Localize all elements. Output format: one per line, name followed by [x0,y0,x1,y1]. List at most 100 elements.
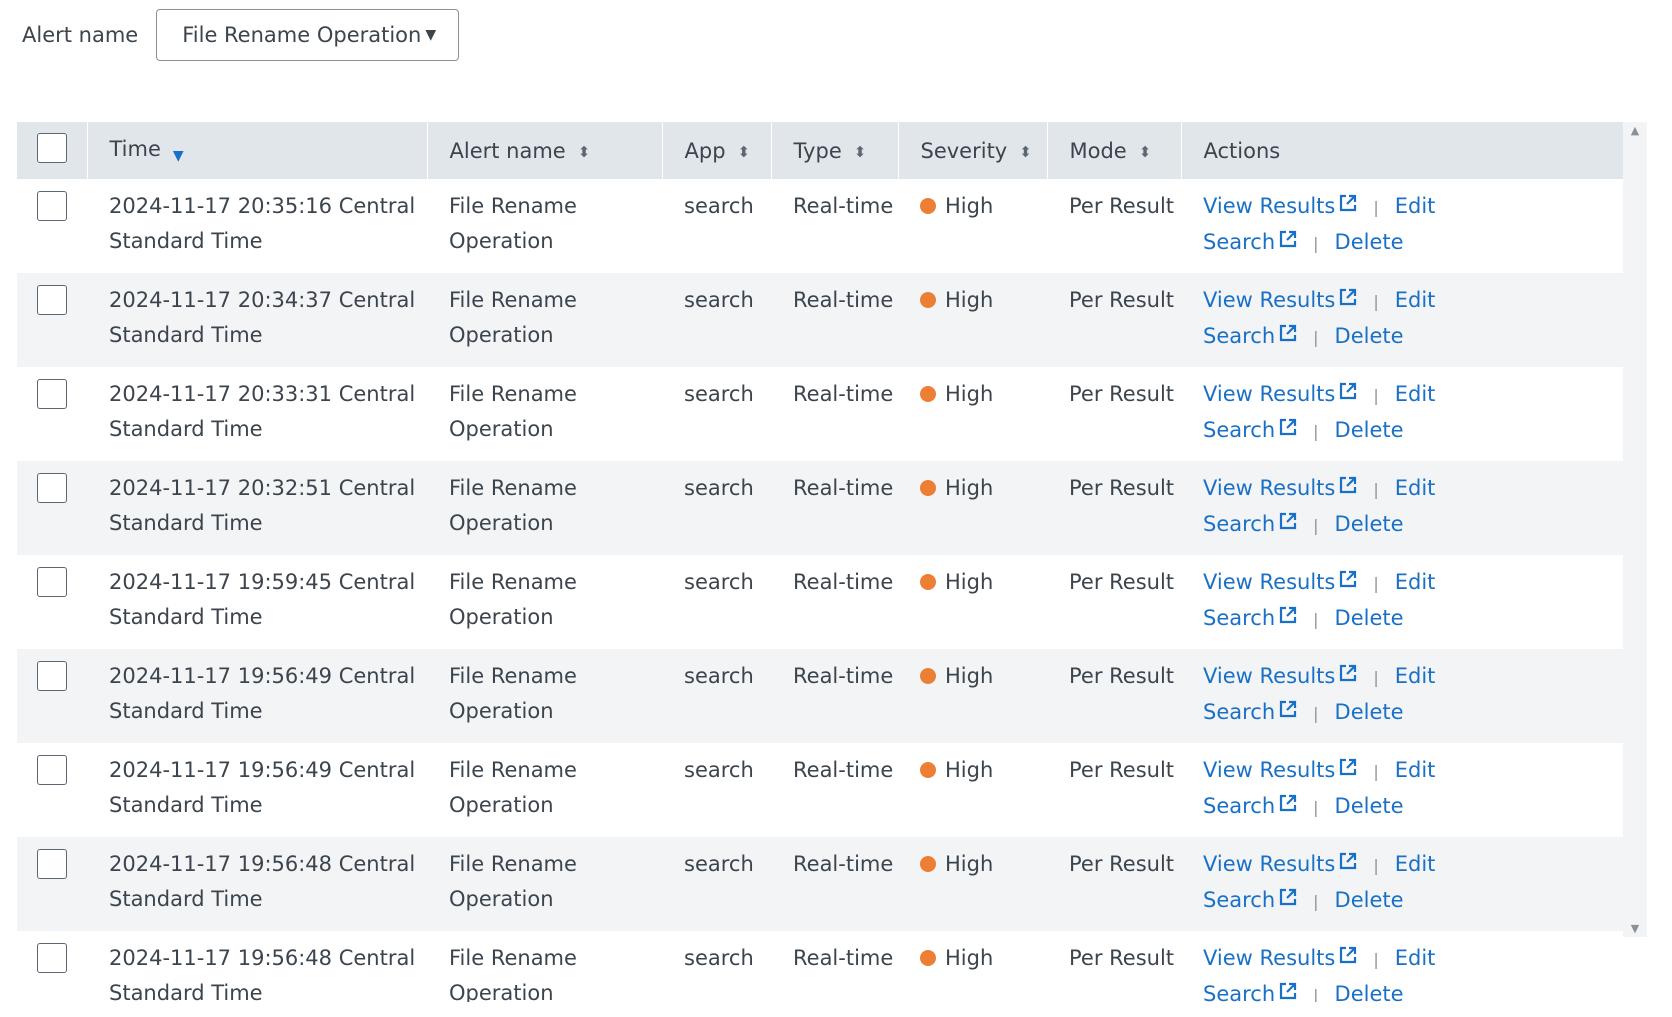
external-link-icon [1340,758,1357,776]
cell-app: search [684,382,754,406]
delete-link[interactable]: Delete [1335,324,1404,348]
open-in-search-link[interactable]: Search [1203,794,1297,818]
external-link-icon [1280,982,1297,1000]
action-separator: | [1373,386,1379,405]
view-results-link[interactable]: View Results [1203,946,1357,970]
action-separator: | [1313,234,1319,253]
edit-link[interactable]: Edit [1395,288,1436,312]
action-separator: | [1373,950,1379,969]
cell-time: 2024-11-17 20:35:16 Central Standard Tim… [109,194,416,253]
edit-link[interactable]: Edit [1395,946,1436,970]
view-results-link[interactable]: View Results [1203,758,1357,782]
severity-dot-icon [920,198,936,214]
delete-link[interactable]: Delete [1335,794,1404,818]
view-results-link[interactable]: View Results [1203,194,1357,218]
table-row: 2024-11-17 19:56:49 Central Standard Tim… [17,743,1623,837]
alerts-table-container[interactable]: Time ▼ Alert name ⬍ App ⬍ Type ⬍ Severity ⬍ M… [17,122,1623,1002]
edit-link[interactable]: Edit [1395,194,1436,218]
external-link-icon [1340,194,1357,212]
edit-link[interactable]: Edit [1395,758,1436,782]
open-in-search-link[interactable]: Search [1203,606,1297,630]
row-checkbox[interactable] [37,567,67,597]
caret-down-icon: ▼ [425,27,437,43]
severity-label: High [945,570,994,594]
open-in-search-link[interactable]: Search [1203,982,1297,1002]
row-checkbox[interactable] [37,755,67,785]
delete-link[interactable]: Delete [1335,888,1404,912]
column-header-severity[interactable]: Severity ⬍ [898,122,1048,179]
view-results-label: View Results [1203,194,1336,218]
severity-dot-icon [920,480,936,496]
cell-alert-name: File Rename Operation [449,946,577,1002]
action-separator: | [1313,986,1319,1002]
cell-alert-name: File Rename Operation [449,664,577,723]
external-link-icon [1340,288,1357,306]
delete-link[interactable]: Delete [1335,606,1404,630]
external-link-icon [1280,418,1297,436]
cell-time: 2024-11-17 19:56:48 Central Standard Tim… [109,946,416,1002]
row-checkbox[interactable] [37,661,67,691]
cell-alert-name: File Rename Operation [449,570,577,629]
action-separator: | [1313,328,1319,347]
row-checkbox[interactable] [37,379,67,409]
severity-label: High [945,288,994,312]
action-separator: | [1373,198,1379,217]
open-in-search-link[interactable]: Search [1203,230,1297,254]
column-header-label: Time [109,137,161,161]
column-header-app[interactable]: App ⬍ [662,122,772,179]
column-header-mode[interactable]: Mode ⬍ [1047,122,1182,179]
cell-app: search [684,288,754,312]
edit-link[interactable]: Edit [1395,852,1436,876]
severity-label: High [945,758,994,782]
row-checkbox[interactable] [37,943,67,973]
column-header-label: App [684,138,726,163]
cell-type: Real-time [793,570,894,594]
open-in-search-link[interactable]: Search [1203,512,1297,536]
cell-alert-name: File Rename Operation [449,476,577,535]
row-checkbox[interactable] [37,191,67,221]
select-all-checkbox[interactable] [36,133,67,163]
edit-link[interactable]: Edit [1395,664,1436,688]
scroll-down-icon[interactable]: ▼ [1623,922,1647,935]
vertical-scrollbar[interactable]: ▲ ▼ [1623,122,1647,937]
row-checkbox[interactable] [37,285,67,315]
severity-label: High [945,852,994,876]
column-header-time[interactable]: Time ▼ [87,122,428,179]
delete-link[interactable]: Delete [1335,230,1404,254]
cell-type: Real-time [793,852,894,876]
delete-link[interactable]: Delete [1335,700,1404,724]
open-in-search-link[interactable]: Search [1203,888,1297,912]
view-results-link[interactable]: View Results [1203,382,1357,406]
delete-link[interactable]: Delete [1335,982,1404,1002]
open-in-search-link[interactable]: Search [1203,418,1297,442]
column-header-alert-name[interactable]: Alert name ⬍ [427,122,663,179]
sort-icon: ⬍ [577,142,591,161]
search-label: Search [1203,982,1276,1002]
edit-link[interactable]: Edit [1395,570,1436,594]
row-checkbox[interactable] [37,473,67,503]
cell-alert-name: File Rename Operation [449,382,577,441]
edit-link[interactable]: Edit [1395,476,1436,500]
open-in-search-link[interactable]: Search [1203,324,1297,348]
delete-link[interactable]: Delete [1335,512,1404,536]
view-results-link[interactable]: View Results [1203,852,1357,876]
view-results-link[interactable]: View Results [1203,664,1357,688]
scroll-up-icon[interactable]: ▲ [1623,124,1647,137]
view-results-link[interactable]: View Results [1203,288,1357,312]
row-select-cell [17,649,87,743]
view-results-link[interactable]: View Results [1203,570,1357,594]
row-select-cell [17,555,87,649]
column-header-label: Mode [1069,138,1127,163]
alert-name-dropdown[interactable]: File Rename Operation ▼ [156,9,460,61]
row-select-cell [17,931,87,1002]
open-in-search-link[interactable]: Search [1203,700,1297,724]
cell-time: 2024-11-17 20:34:37 Central Standard Tim… [109,288,416,347]
delete-link[interactable]: Delete [1335,418,1404,442]
column-header-type[interactable]: Type ⬍ [771,122,899,179]
edit-link[interactable]: Edit [1395,382,1436,406]
row-checkbox[interactable] [37,849,67,879]
view-results-label: View Results [1203,758,1336,782]
table-row: 2024-11-17 19:56:48 Central Standard Tim… [17,931,1623,1002]
select-all-header [17,122,88,179]
view-results-link[interactable]: View Results [1203,476,1357,500]
